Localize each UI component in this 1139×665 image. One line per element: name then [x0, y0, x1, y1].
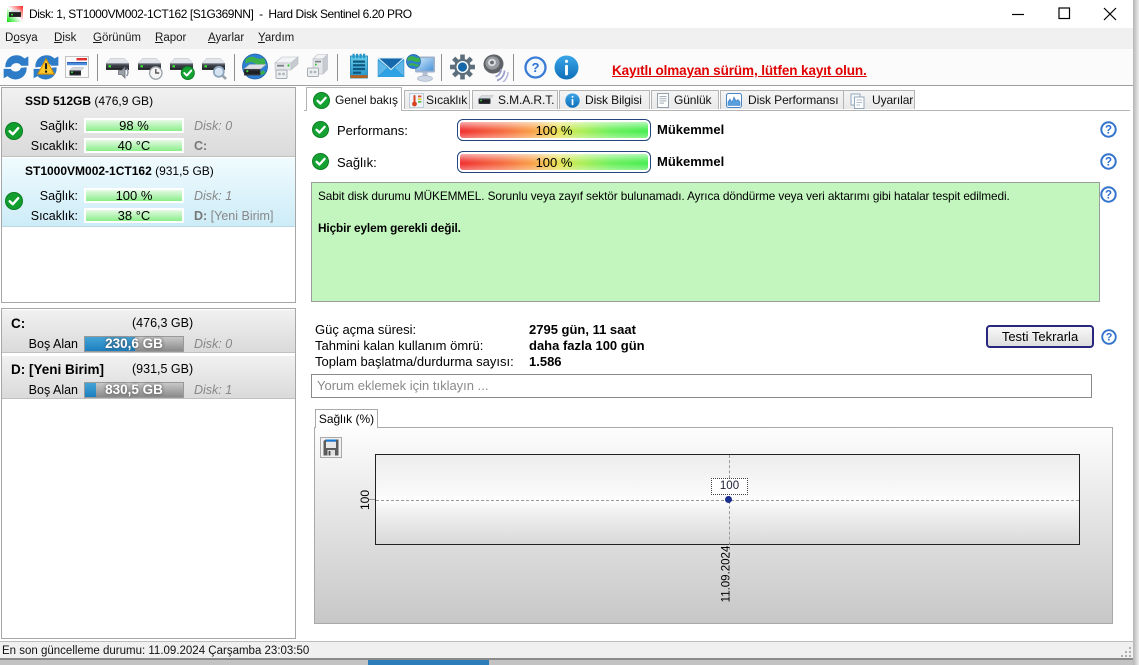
svg-text:?: ? — [532, 60, 540, 75]
